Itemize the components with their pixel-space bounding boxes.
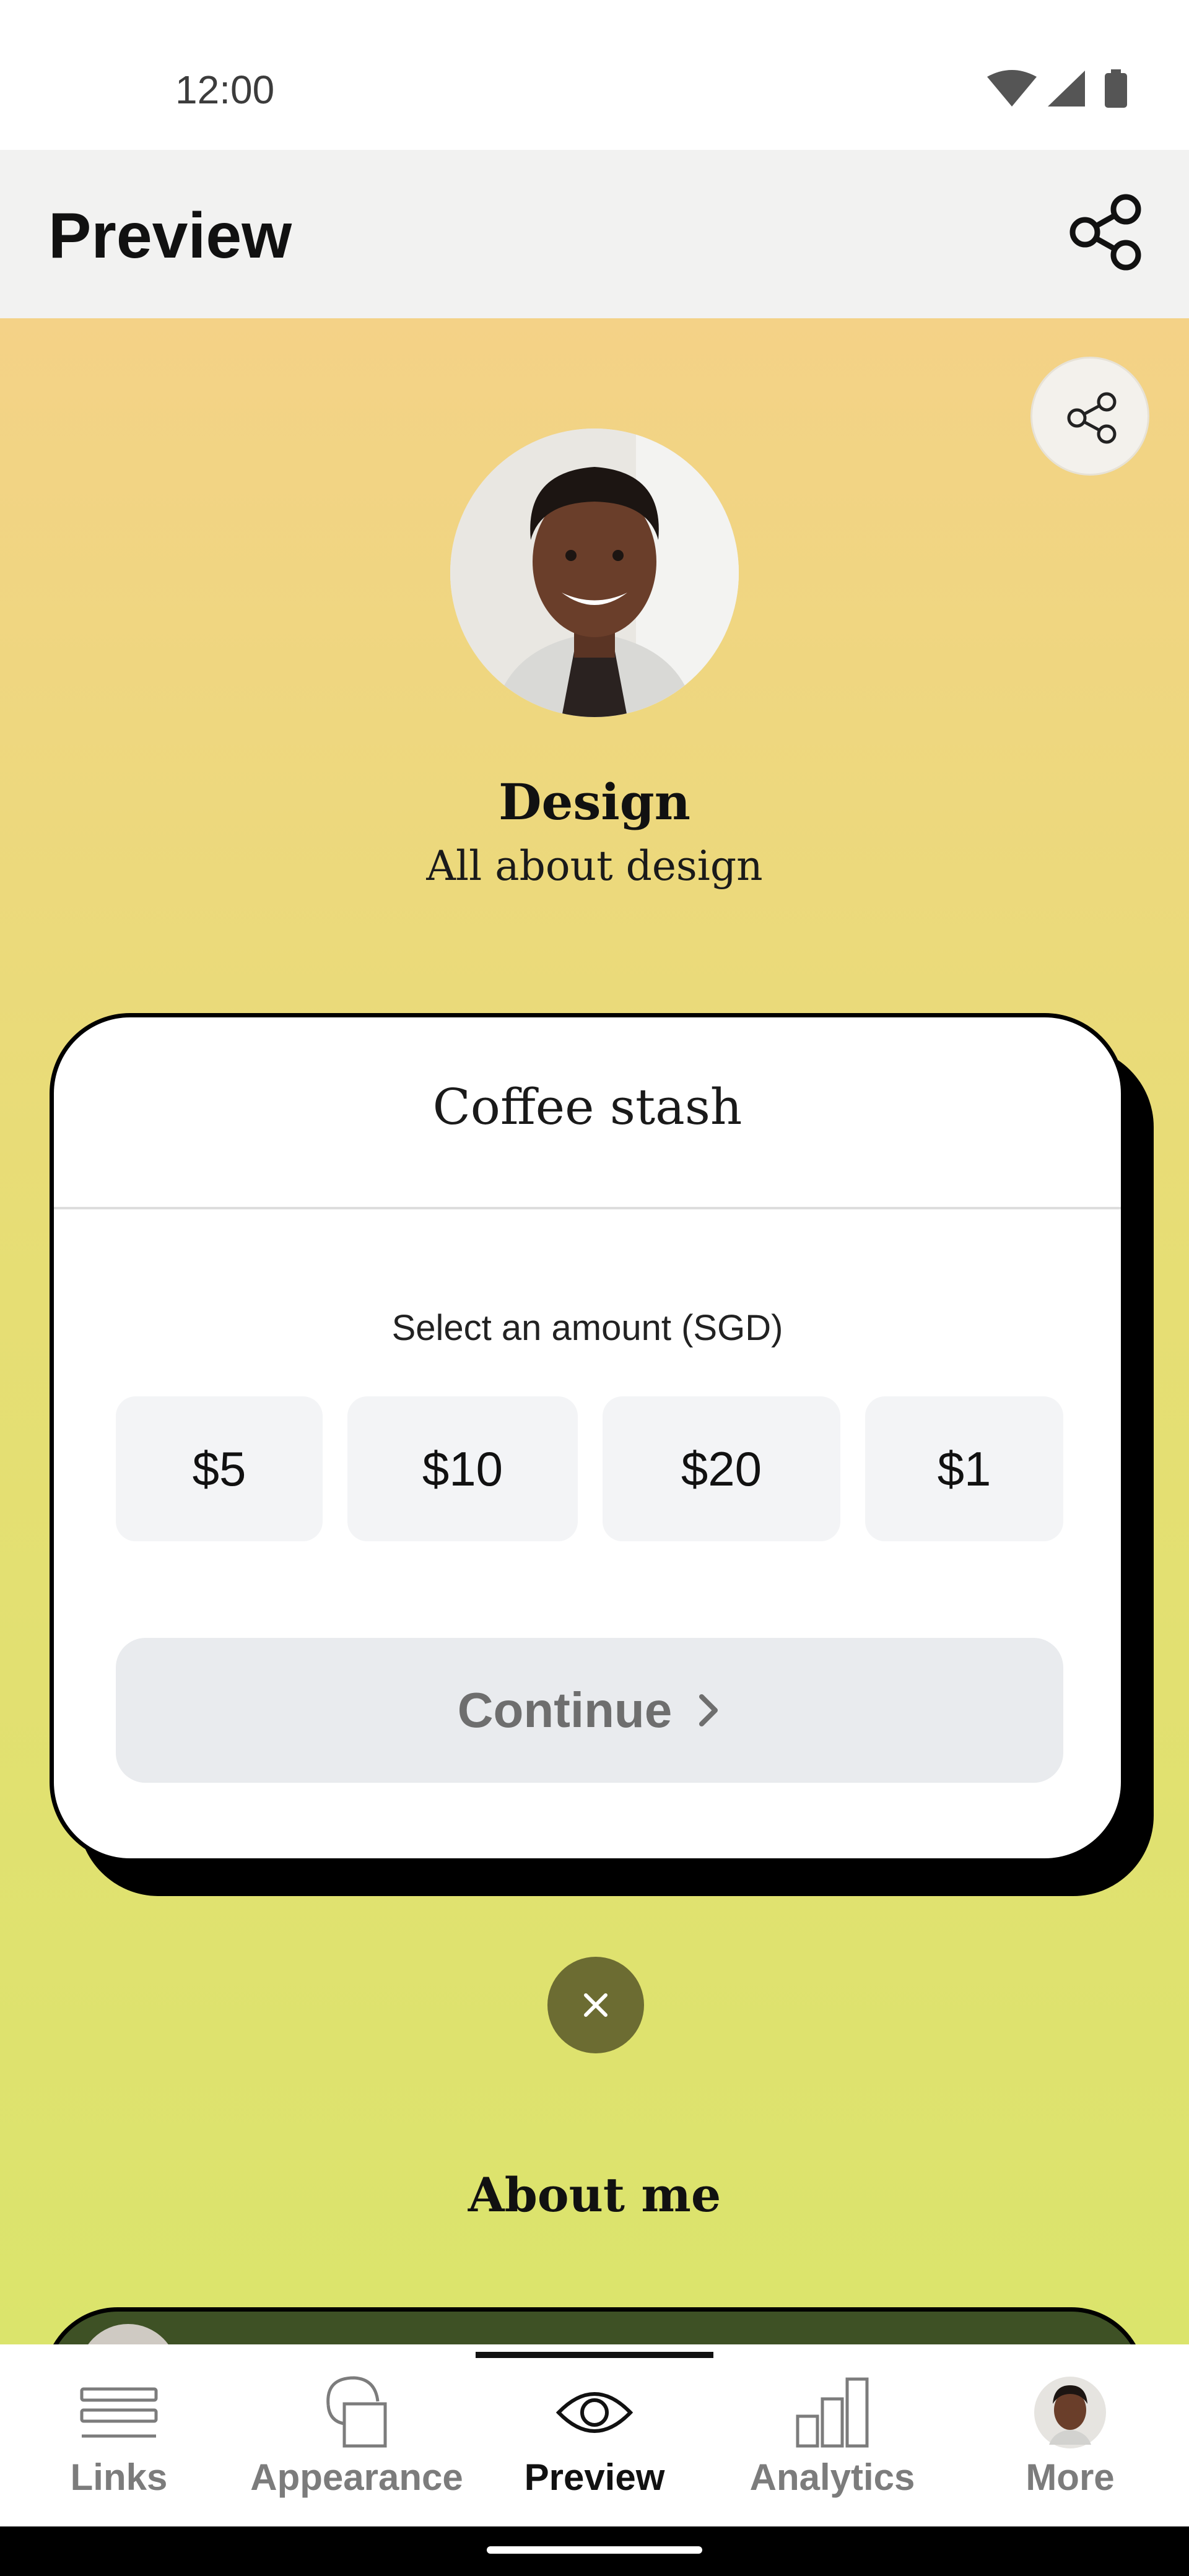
profile-avatar <box>450 429 739 717</box>
app-bar: Preview <box>0 150 1189 318</box>
about-card[interactable] <box>43 2307 1146 2344</box>
chevron-right-icon <box>699 1694 718 1726</box>
profile-bio: All about design <box>426 842 763 890</box>
nav-label: More <box>1026 2456 1115 2498</box>
profile-name: Design <box>499 773 690 831</box>
amount-button[interactable]: $5 <box>116 1396 323 1541</box>
preview-canvas: Design All about design Coffee stash Sel… <box>0 318 1189 2344</box>
avatar <box>79 2324 178 2344</box>
battery-icon <box>1105 69 1127 108</box>
wifi-icon <box>987 70 1037 107</box>
home-indicator[interactable] <box>487 2546 702 2554</box>
analytics-icon <box>796 2377 869 2448</box>
nav-item-more[interactable]: More <box>951 2344 1189 2526</box>
continue-label: Continue <box>457 1682 673 1738</box>
about-title: About me <box>468 2167 721 2222</box>
avatar <box>1034 2377 1106 2448</box>
status-bar: 12:00 <box>0 0 1189 150</box>
status-icons <box>986 68 1135 111</box>
divider <box>54 1207 1121 1209</box>
continue-button[interactable]: Continue <box>116 1638 1063 1783</box>
tip-card: Coffee stash Select an amount (SGD) $5 $… <box>50 1013 1125 1863</box>
links-icon <box>80 2387 158 2438</box>
page-title: Preview <box>48 200 292 272</box>
nav-label: Analytics <box>749 2456 915 2498</box>
share-icon <box>1067 392 1117 444</box>
nav-label: Preview <box>524 2456 665 2498</box>
nav-item-analytics[interactable]: Analytics <box>713 2344 951 2526</box>
signal-icon <box>1048 71 1085 107</box>
nav-item-appearance[interactable]: Appearance <box>238 2344 476 2526</box>
card-title: Coffee stash <box>432 1078 743 1136</box>
close-icon <box>584 1993 608 2017</box>
nav-label: Appearance <box>250 2456 463 2498</box>
amount-label: Select an amount (SGD) <box>391 1308 783 1348</box>
nav-label: Links <box>70 2456 168 2498</box>
close-button[interactable] <box>547 1957 644 2053</box>
profile-share-button[interactable] <box>1030 357 1149 476</box>
amount-button[interactable]: $1 <box>865 1396 1063 1541</box>
nav-item-preview[interactable]: Preview <box>476 2344 713 2526</box>
amount-button[interactable]: $20 <box>603 1396 840 1541</box>
bottom-nav: Links Appearance Preview Analytics More <box>0 2344 1189 2526</box>
appearance-icon <box>326 2376 387 2448</box>
status-time: 12:00 <box>175 67 275 112</box>
amount-button[interactable]: $10 <box>347 1396 578 1541</box>
nav-item-links[interactable]: Links <box>0 2344 238 2526</box>
eye-icon <box>555 2392 634 2433</box>
share-icon[interactable] <box>1065 192 1146 272</box>
gesture-bar <box>0 2526 1189 2576</box>
